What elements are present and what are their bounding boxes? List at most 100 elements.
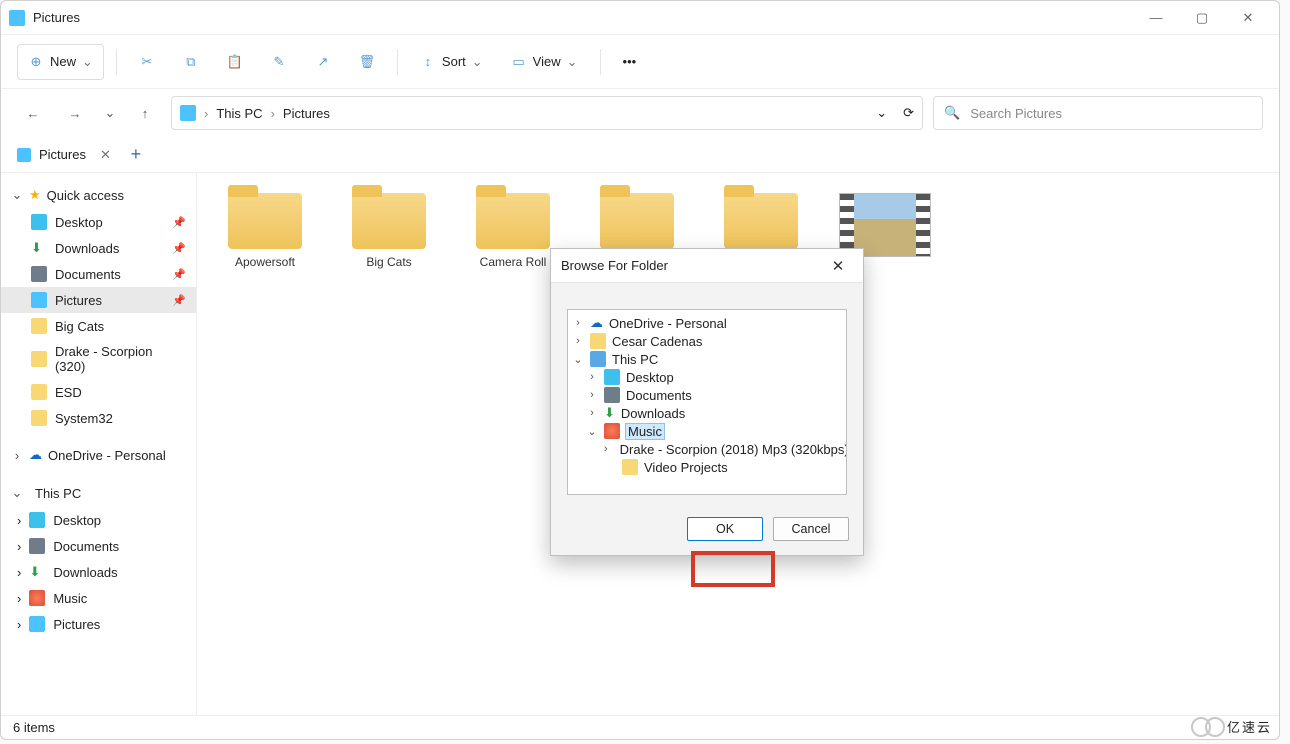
app-icon xyxy=(9,10,25,26)
more-button[interactable]: ••• xyxy=(613,44,647,80)
tree-item-thispc[interactable]: ⌄This PC xyxy=(568,350,846,368)
search-placeholder: Search Pictures xyxy=(970,106,1062,121)
close-tab-button[interactable]: ✕ xyxy=(100,147,111,163)
sidebar-pc-desktop[interactable]: ›Desktop xyxy=(1,507,196,533)
maximize-button[interactable]: ▢ xyxy=(1179,1,1225,35)
sidebar-pc-music[interactable]: ›Music xyxy=(1,585,196,611)
sidebar-item-pictures[interactable]: Pictures📌 xyxy=(1,287,196,313)
up-button[interactable]: ↑ xyxy=(129,97,161,129)
plus-circle-icon: ⊕ xyxy=(28,54,44,70)
chevron-down-icon: ⌄ xyxy=(11,485,23,501)
documents-icon xyxy=(604,387,620,403)
tree-item-music[interactable]: ⌄Music xyxy=(568,422,846,440)
pin-icon: 📌 xyxy=(172,242,186,255)
sidebar-pc-pictures[interactable]: ›Pictures xyxy=(1,611,196,637)
window-title: Pictures xyxy=(33,10,80,25)
folder-icon xyxy=(622,459,638,475)
rename-button[interactable]: ✎ xyxy=(261,44,297,80)
new-tab-button[interactable]: + xyxy=(121,140,151,170)
folder-icon xyxy=(31,318,47,334)
view-button[interactable]: ▭ View ⌄ xyxy=(501,44,588,80)
refresh-button[interactable]: ⟳ xyxy=(903,105,914,121)
onedrive-icon: ☁ xyxy=(29,447,42,463)
chevron-right-icon: › xyxy=(17,565,21,580)
titlebar: Pictures — ▢ ✕ xyxy=(1,1,1279,35)
tree-item-desktop[interactable]: ›Desktop xyxy=(568,368,846,386)
onedrive-label: OneDrive - Personal xyxy=(48,448,166,463)
recent-button[interactable]: ⌄ xyxy=(101,97,119,129)
copy-button[interactable]: ⧉ xyxy=(173,44,209,80)
paste-icon: 📋 xyxy=(227,54,243,70)
breadcrumb-root[interactable]: This PC xyxy=(216,106,262,121)
downloads-icon: ⬇ xyxy=(31,240,47,256)
sidebar-quick-access[interactable]: ⌄ ★ Quick access xyxy=(1,181,196,209)
sidebar-item-bigcats[interactable]: Big Cats xyxy=(1,313,196,339)
desktop-icon xyxy=(29,512,45,528)
sidebar-item-desktop[interactable]: Desktop📌 xyxy=(1,209,196,235)
share-icon: ↗ xyxy=(315,54,331,70)
folder-item[interactable]: Apowersoft xyxy=(217,193,313,269)
back-button[interactable]: ← xyxy=(17,97,49,129)
delete-button[interactable]: 🗑 xyxy=(349,44,385,80)
sidebar-item-esd[interactable]: ESD xyxy=(1,379,196,405)
watermark-text: 亿速云 xyxy=(1227,720,1272,735)
command-bar: ⊕ New ⌄ ✂ ⧉ 📋 ✎ ↗ 🗑 ↕ Sort ⌄ ▭ View ⌄ ••… xyxy=(1,35,1279,89)
chevron-right-icon: › xyxy=(586,389,598,401)
address-bar[interactable]: › This PC › Pictures ⌄ ⟳ xyxy=(171,96,923,130)
folder-tree[interactable]: ›☁OneDrive - Personal ›Cesar Cadenas ⌄Th… xyxy=(567,309,847,495)
pin-icon: 📌 xyxy=(172,268,186,281)
sidebar-pc-documents[interactable]: ›Documents xyxy=(1,533,196,559)
view-icon: ▭ xyxy=(511,54,527,70)
paste-button[interactable]: 📋 xyxy=(217,44,253,80)
onedrive-icon: ☁ xyxy=(590,315,603,331)
search-box[interactable]: 🔍 Search Pictures xyxy=(933,96,1263,130)
desktop-icon xyxy=(31,214,47,230)
forward-button[interactable]: → xyxy=(59,97,91,129)
sidebar-item-drake[interactable]: Drake - Scorpion (320) xyxy=(1,339,196,379)
new-button[interactable]: ⊕ New ⌄ xyxy=(17,44,104,80)
sidebar-pc-downloads[interactable]: ›⬇Downloads xyxy=(1,559,196,585)
folder-item[interactable]: Camera Roll xyxy=(465,193,561,269)
sidebar-onedrive[interactable]: › ☁ OneDrive - Personal xyxy=(1,441,196,469)
tab-label: Pictures xyxy=(39,147,86,162)
folder-icon xyxy=(352,193,426,249)
history-dropdown[interactable]: ⌄ xyxy=(876,105,887,121)
star-icon: ★ xyxy=(29,187,41,203)
chevron-down-icon: ⌄ xyxy=(586,425,598,438)
pin-icon: 📌 xyxy=(172,294,186,307)
chevron-right-icon: › xyxy=(586,371,598,383)
sidebar-item-documents[interactable]: Documents📌 xyxy=(1,261,196,287)
share-button[interactable]: ↗ xyxy=(305,44,341,80)
desktop-icon xyxy=(604,369,620,385)
cancel-button[interactable]: Cancel xyxy=(773,517,849,541)
folder-item[interactable]: Big Cats xyxy=(341,193,437,269)
minimize-button[interactable]: — xyxy=(1133,1,1179,35)
tree-item-videoprojects[interactable]: Video Projects xyxy=(568,458,846,476)
status-bar: 6 items xyxy=(1,715,1279,739)
breadcrumb-leaf[interactable]: Pictures xyxy=(283,106,330,121)
folder-icon xyxy=(31,384,47,400)
chevron-right-icon: › xyxy=(604,443,608,455)
tree-item-user[interactable]: ›Cesar Cadenas xyxy=(568,332,846,350)
sidebar-item-downloads[interactable]: ⬇Downloads📌 xyxy=(1,235,196,261)
tree-item-drake[interactable]: ›Drake - Scorpion (2018) Mp3 (320kbps) xyxy=(568,440,846,458)
dialog-close-button[interactable]: ✕ xyxy=(823,257,853,275)
ellipsis-icon: ••• xyxy=(623,54,637,69)
watermark: 亿速云 xyxy=(1191,715,1272,738)
tree-item-onedrive[interactable]: ›☁OneDrive - Personal xyxy=(568,314,846,332)
tab-pictures[interactable]: Pictures ✕ xyxy=(7,140,121,170)
sidebar-item-system32[interactable]: System32 xyxy=(1,405,196,431)
dialog-titlebar: Browse For Folder ✕ xyxy=(551,249,863,283)
chevron-down-icon: ⌄ xyxy=(11,187,23,203)
sort-button[interactable]: ↕ Sort ⌄ xyxy=(410,44,493,80)
browse-folder-dialog: Browse For Folder ✕ ›☁OneDrive - Persona… xyxy=(550,248,864,556)
folder-icon xyxy=(600,193,674,249)
ok-button[interactable]: OK xyxy=(687,517,763,541)
tree-item-documents[interactable]: ›Documents xyxy=(568,386,846,404)
cut-button[interactable]: ✂ xyxy=(129,44,165,80)
quick-access-label: Quick access xyxy=(47,188,124,203)
sidebar: ⌄ ★ Quick access Desktop📌 ⬇Downloads📌 Do… xyxy=(1,173,197,715)
close-button[interactable]: ✕ xyxy=(1225,1,1271,35)
sidebar-this-pc[interactable]: ⌄ This PC xyxy=(1,479,196,507)
tree-item-downloads[interactable]: ›⬇Downloads xyxy=(568,404,846,422)
